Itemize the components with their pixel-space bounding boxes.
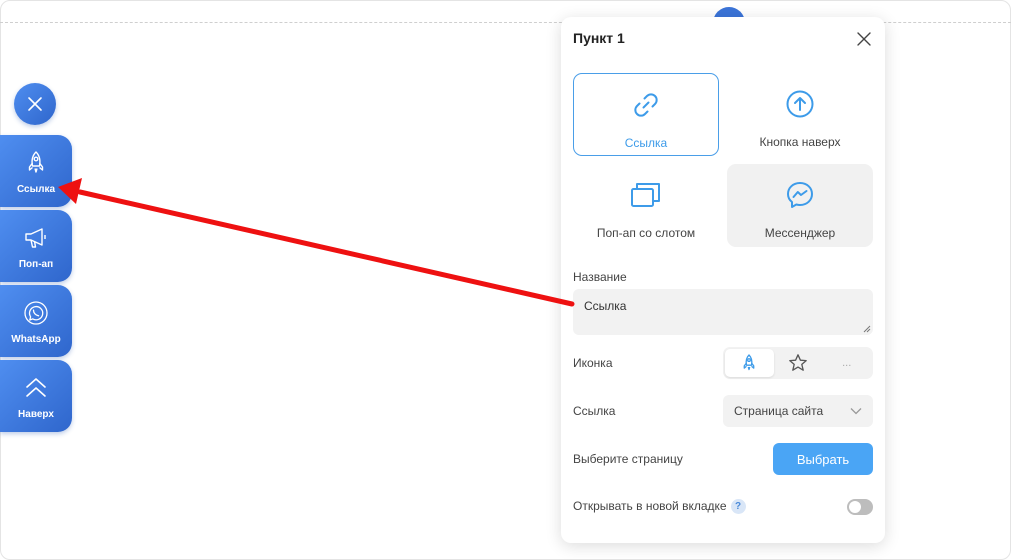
whatsapp-icon [23, 298, 49, 328]
widget-button-label: WhatsApp [11, 333, 61, 345]
icon-selector: ... [723, 347, 873, 379]
widget-button-popup[interactable]: Поп-ап [0, 210, 72, 282]
type-option-messenger[interactable]: Мессенджер [727, 164, 873, 247]
messenger-icon [785, 178, 815, 212]
rocket-icon [743, 354, 755, 371]
star-icon [789, 354, 807, 371]
page-label: Выберите страницу [573, 452, 683, 466]
arrow-up-circle-icon [785, 87, 815, 121]
megaphone-icon [23, 223, 49, 253]
rocket-icon [25, 148, 47, 178]
widget-button-label: Поп-ап [18, 258, 54, 270]
resize-grip-icon[interactable] [863, 325, 871, 333]
link-type-select[interactable]: Страница сайта [723, 395, 873, 427]
icon-label: Иконка [573, 356, 613, 370]
icon-option-star[interactable] [774, 349, 823, 377]
panel-close-button[interactable] [854, 29, 874, 49]
link-type-value: Страница сайта [734, 404, 824, 418]
icon-option-rocket[interactable] [725, 349, 774, 377]
name-label: Название [573, 270, 627, 284]
choose-page-button[interactable]: Выбрать [773, 443, 873, 475]
new-tab-toggle[interactable] [847, 499, 873, 515]
widget-close-button[interactable] [14, 83, 56, 125]
widget-button-label: Наверх [18, 408, 54, 420]
chevron-down-icon [850, 408, 862, 415]
item-settings-panel: Пункт 1 Ссылка Кнопка наверх Поп-ап со с… [561, 17, 885, 543]
type-option-label: Поп-ап со слотом [596, 226, 696, 240]
windows-icon [630, 178, 662, 212]
toggle-knob [849, 501, 861, 513]
double-chevron-up-icon [24, 373, 48, 403]
close-icon [28, 97, 42, 111]
type-option-link[interactable]: Ссылка [573, 73, 719, 156]
type-option-label: Мессенджер [764, 226, 836, 240]
widget-button-top[interactable]: Наверх [0, 360, 72, 432]
widget-button-whatsapp[interactable]: WhatsApp [0, 285, 72, 357]
help-icon[interactable]: ? [730, 499, 746, 515]
type-option-popup-slot[interactable]: Поп-ап со слотом [573, 164, 719, 247]
panel-title: Пункт 1 [573, 30, 625, 46]
type-option-label: Ссылка [624, 136, 668, 150]
link-icon [631, 88, 661, 122]
widget-button-link[interactable]: Ссылка [0, 135, 72, 207]
widget-button-label: Ссылка [16, 183, 56, 195]
icon-option-more[interactable]: ... [822, 349, 871, 377]
name-textarea[interactable]: Ссылка [573, 289, 873, 335]
new-tab-label: Открывать в новой вкладке [573, 499, 727, 513]
type-option-label: Кнопка наверх [759, 135, 841, 149]
name-value: Ссылка [584, 299, 627, 313]
type-option-scroll-top[interactable]: Кнопка наверх [727, 73, 873, 156]
new-tab-row: Открывать в новой вкладке? [573, 499, 746, 515]
close-icon [857, 32, 871, 46]
link-label: Ссылка [573, 404, 616, 418]
